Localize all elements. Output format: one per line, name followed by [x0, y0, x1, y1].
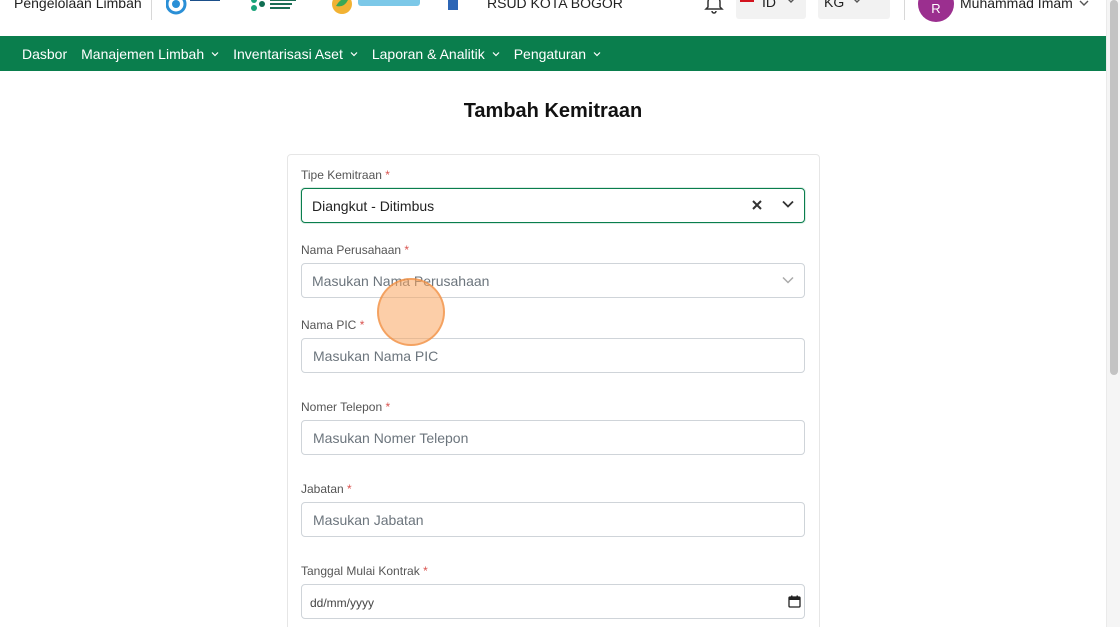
nama-pic-placeholder: Masukan Nama PIC [313, 348, 439, 364]
nav-item-laporan-analitik[interactable]: Laporan & Analitik [372, 46, 500, 62]
jabatan-placeholder: Masukan Jabatan [313, 512, 424, 528]
date-placeholder: dd/mm/yyyy [310, 596, 375, 610]
kesling-logo [330, 0, 424, 16]
required-mark: * [385, 168, 390, 182]
required-mark: * [423, 564, 428, 578]
required-mark: * [359, 318, 365, 332]
chevron-down-icon [492, 51, 500, 56]
jabatan-label: Jabatan * [301, 482, 352, 496]
hospital-name: RSUD KOTA BOGOR [487, 0, 623, 11]
page-scrollbar[interactable] [1106, 0, 1120, 627]
app-title: Pengelolaan Limbah [14, 0, 142, 11]
required-mark: * [385, 400, 391, 414]
tipe-kemitraan-select[interactable]: Diangkut - Ditimbus [301, 188, 805, 223]
chevron-down-icon [788, 0, 794, 3]
indonesia-flag-icon [740, 0, 754, 2]
language-selector[interactable]: ID [736, 0, 806, 19]
tipe-kemitraan-label: Tipe Kemitraan * [301, 168, 390, 182]
jabatan-input[interactable]: Masukan Jabatan [301, 502, 805, 537]
nav-item-label: Inventarisasi Aset [233, 45, 343, 62]
nama-perusahaan-placeholder: Masukan Nama Perusahaan [312, 273, 490, 289]
smile-logo [166, 0, 224, 16]
calendar-icon[interactable] [788, 595, 801, 608]
user-avatar[interactable]: R [918, 0, 954, 22]
chevron-down-icon [350, 51, 358, 56]
unit-selector[interactable]: KG [818, 0, 890, 19]
partnership-form-card [287, 154, 820, 627]
chevron-down-icon [593, 51, 601, 56]
nama-perusahaan-label: Nama Perusahaan * [301, 243, 410, 257]
chevron-down-icon[interactable] [782, 276, 794, 284]
chevron-down-icon [211, 51, 219, 56]
main-navigation: Dasbor Manajemen Limbah Inventarisasi As… [0, 36, 1106, 71]
nama-pic-label: Nama PIC * [301, 318, 365, 332]
nomer-telepon-input[interactable]: Masukan Nomer Telepon [301, 420, 805, 455]
chevron-down-icon [854, 0, 860, 3]
top-header: Pengelolaan Limbah RSUD KOTA BOGOR ID KG… [0, 0, 1106, 36]
tanggal-mulai-kontrak-label: Tanggal Mulai Kontrak * [301, 564, 428, 578]
tipe-kemitraan-value: Diangkut - Ditimbus [312, 198, 435, 214]
language-code: ID [762, 0, 776, 10]
user-name[interactable]: Muhammad Imam [960, 0, 1073, 11]
chevron-down-icon[interactable] [1079, 0, 1089, 7]
nomer-telepon-label: Nomer Telepon * [301, 400, 391, 414]
header-divider [904, 0, 905, 20]
clear-icon[interactable] [750, 198, 764, 212]
required-mark: * [404, 243, 410, 257]
required-mark: * [347, 482, 352, 496]
nav-item-manajemen-limbah[interactable]: Manajemen Limbah [81, 46, 219, 62]
nama-perusahaan-select[interactable]: Masukan Nama Perusahaan [301, 263, 805, 298]
nav-item-label: Pengaturan [513, 45, 587, 62]
chevron-down-icon[interactable] [782, 200, 794, 208]
nama-pic-input[interactable]: Masukan Nama PIC [301, 338, 805, 373]
notification-bell-icon[interactable] [704, 0, 724, 14]
scrollbar-thumb[interactable] [1110, 0, 1118, 375]
unit-code: KG [824, 0, 845, 10]
hospital-logo [447, 0, 459, 16]
nav-item-pengaturan[interactable]: Pengaturan [514, 46, 601, 62]
tanggal-mulai-kontrak-input[interactable]: dd/mm/yyyy [301, 584, 805, 619]
nomer-telepon-placeholder: Masukan Nomer Telepon [313, 430, 469, 446]
nav-item-label: Dasbor [22, 45, 68, 62]
nav-item-dasbor[interactable]: Dasbor [22, 46, 67, 62]
header-divider [151, 0, 152, 20]
kemenkes-logo [248, 0, 302, 16]
page-title: Tambah Kemitraan [463, 100, 643, 122]
nav-item-inventarisasi-aset[interactable]: Inventarisasi Aset [233, 46, 358, 62]
nav-item-label: Laporan & Analitik [371, 45, 485, 62]
nav-item-label: Manajemen Limbah [81, 45, 205, 62]
